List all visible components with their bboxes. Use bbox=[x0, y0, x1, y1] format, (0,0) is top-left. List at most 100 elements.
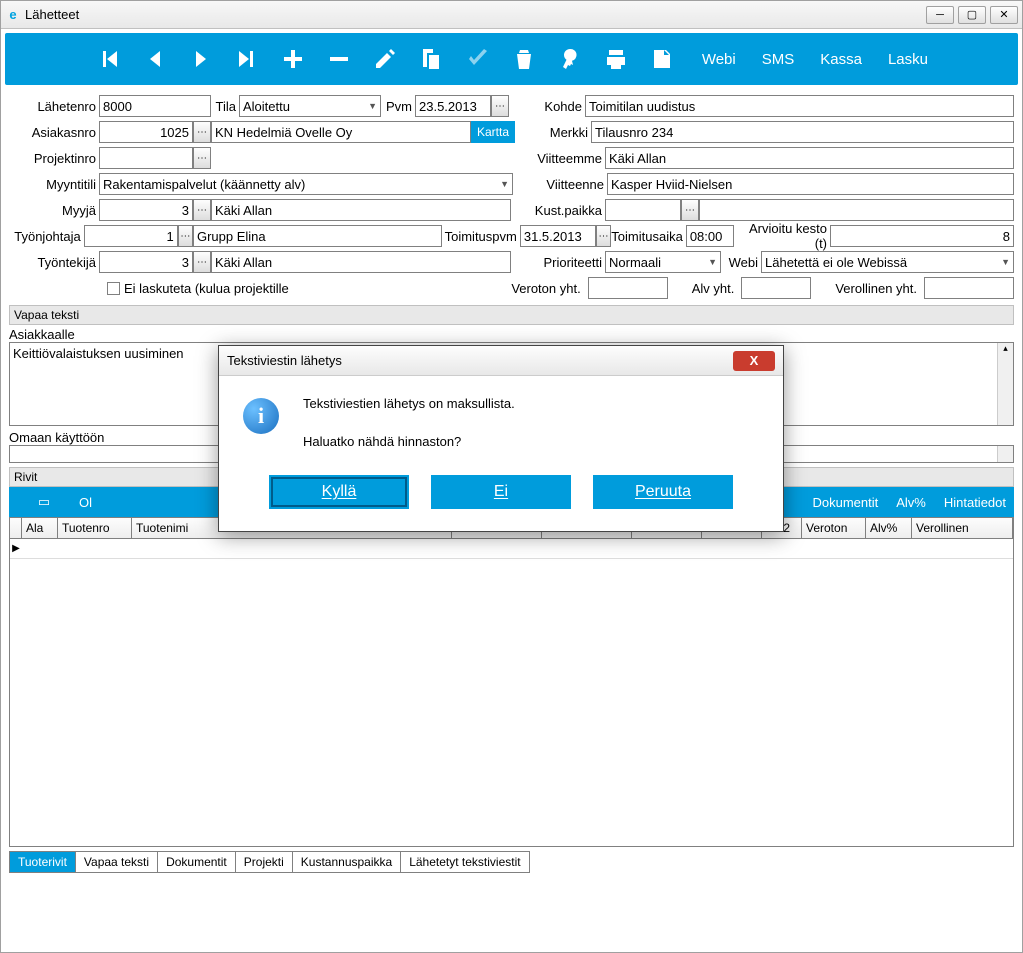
rivit-alv[interactable]: Alv% bbox=[896, 495, 926, 510]
bottom-tabs: Tuoterivit Vapaa teksti Dokumentit Proje… bbox=[9, 851, 1014, 873]
input-merkki[interactable] bbox=[591, 121, 1014, 143]
input-asiakas-nimi[interactable] bbox=[211, 121, 471, 143]
rivit-ol[interactable]: Ol bbox=[79, 495, 209, 510]
input-myyja-nimi[interactable] bbox=[211, 199, 511, 221]
kust-paikka-lookup[interactable]: ⋯ bbox=[681, 199, 699, 221]
tyontekija-lookup[interactable]: ⋯ bbox=[193, 251, 211, 273]
select-webi-status[interactable]: Lähetettä ei ole Webissä bbox=[761, 251, 1014, 273]
input-kust-paikka[interactable] bbox=[605, 199, 681, 221]
input-tyonjohtaja-nro[interactable] bbox=[84, 225, 178, 247]
export-icon[interactable] bbox=[648, 43, 676, 75]
label-kohde: Kohde bbox=[509, 99, 585, 114]
tab-projekti[interactable]: Projekti bbox=[235, 851, 293, 873]
rivit-window-icon[interactable]: ▭ bbox=[9, 494, 79, 510]
app-icon: e bbox=[5, 7, 21, 23]
myyja-lookup[interactable]: ⋯ bbox=[193, 199, 211, 221]
label-alv-yht: Alv yht. bbox=[692, 281, 738, 296]
tab-vapaa-teksti[interactable]: Vapaa teksti bbox=[75, 851, 158, 873]
next-icon[interactable] bbox=[187, 43, 215, 75]
trash-icon[interactable] bbox=[510, 43, 538, 75]
label-tila: Tila bbox=[211, 99, 239, 114]
dialog-message: Tekstiviestien lähetys on maksullista. H… bbox=[303, 394, 515, 451]
input-asiakasnro[interactable] bbox=[99, 121, 193, 143]
add-icon[interactable] bbox=[279, 43, 307, 75]
label-toimituspvm: Toimituspvm bbox=[442, 229, 520, 244]
label-myyja: Myyjä bbox=[9, 203, 99, 218]
dialog-yes-button[interactable]: Kyllä bbox=[269, 475, 409, 509]
toolbar-webi[interactable]: Webi bbox=[702, 51, 736, 68]
input-myyja-nro[interactable] bbox=[99, 199, 193, 221]
scrollbar[interactable]: ▴ bbox=[997, 343, 1013, 425]
label-asiakasnro: Asiakasnro bbox=[9, 125, 99, 140]
toimituspvm-picker[interactable]: ⋯ bbox=[596, 225, 611, 247]
toolbar-kassa[interactable]: Kassa bbox=[820, 51, 862, 68]
label-prioriteetti: Prioriteetti bbox=[511, 255, 605, 270]
rivit-grid[interactable]: Ala Tuotenro Tuotenimi Ale2 Veroton Alv%… bbox=[9, 517, 1014, 847]
input-tyonjohtaja-nimi[interactable] bbox=[193, 225, 442, 247]
grid-row[interactable]: ▶ bbox=[10, 539, 1013, 559]
input-pvm[interactable] bbox=[415, 95, 491, 117]
titlebar: e Lähetteet ─ ▢ ✕ bbox=[1, 1, 1022, 29]
scrollbar[interactable] bbox=[997, 446, 1013, 462]
tab-tekstiviestit[interactable]: Lähetetyt tekstiviestit bbox=[400, 851, 529, 873]
input-projektinro[interactable] bbox=[99, 147, 193, 169]
pvm-picker[interactable]: ⋯ bbox=[491, 95, 509, 117]
sms-dialog: Tekstiviestin lähetys X i Tekstiviestien… bbox=[218, 345, 784, 532]
check-icon[interactable] bbox=[464, 43, 492, 75]
grid-col-marker bbox=[10, 518, 22, 538]
input-arvioitu-kesto[interactable] bbox=[830, 225, 1014, 247]
grid-col-veroton[interactable]: Veroton bbox=[802, 518, 866, 538]
input-kohde[interactable] bbox=[585, 95, 1014, 117]
toolbar-lasku[interactable]: Lasku bbox=[888, 51, 928, 68]
tab-tuoterivit[interactable]: Tuoterivit bbox=[9, 851, 76, 873]
label-tyontekija: Työntekijä bbox=[9, 255, 99, 270]
dialog-cancel-button[interactable]: Peruuta bbox=[593, 475, 733, 509]
kartta-button[interactable]: Kartta bbox=[471, 121, 515, 143]
input-tyontekija-nimi[interactable] bbox=[211, 251, 511, 273]
input-toimituspvm[interactable] bbox=[520, 225, 596, 247]
select-myyntitili[interactable]: Rakentamispalvelut (käännetty alv) bbox=[99, 173, 513, 195]
remove-icon[interactable] bbox=[325, 43, 353, 75]
minimize-button[interactable]: ─ bbox=[926, 6, 954, 24]
input-viitteenne[interactable] bbox=[607, 173, 1014, 195]
rivit-hintatiedot[interactable]: Hintatiedot bbox=[944, 495, 1006, 510]
label-toimitusaika: Toimitusaika bbox=[611, 229, 686, 244]
input-toimitusaika[interactable] bbox=[686, 225, 734, 247]
asiakasnro-lookup[interactable]: ⋯ bbox=[193, 121, 211, 143]
last-icon[interactable] bbox=[233, 43, 261, 75]
label-veroton-yht: Veroton yht. bbox=[511, 281, 583, 296]
tab-kustannuspaikka[interactable]: Kustannuspaikka bbox=[292, 851, 401, 873]
input-viitteemme[interactable] bbox=[605, 147, 1014, 169]
grid-col-tuotenro[interactable]: Tuotenro bbox=[58, 518, 132, 538]
close-button[interactable]: ✕ bbox=[990, 6, 1018, 24]
input-kust-paikka-name[interactable] bbox=[699, 199, 1014, 221]
select-prioriteetti[interactable]: Normaali bbox=[605, 251, 721, 273]
dialog-no-button[interactable]: Ei bbox=[431, 475, 571, 509]
edit-icon[interactable] bbox=[371, 43, 399, 75]
print-icon[interactable] bbox=[602, 43, 630, 75]
copy-icon[interactable] bbox=[417, 43, 445, 75]
label-tyonjohtaja: Työnjohtaja bbox=[9, 229, 84, 244]
projektinro-lookup[interactable]: ⋯ bbox=[193, 147, 211, 169]
first-icon[interactable] bbox=[95, 43, 123, 75]
main-toolbar: Webi SMS Kassa Lasku bbox=[5, 33, 1018, 85]
grid-col-alv[interactable]: Alv% bbox=[866, 518, 912, 538]
label-verollinen-yht: Verollinen yht. bbox=[835, 281, 920, 296]
rivit-dokumentit[interactable]: Dokumentit bbox=[812, 495, 878, 510]
select-tila[interactable]: Aloitettu bbox=[239, 95, 381, 117]
checkbox-ei-laskuteta[interactable] bbox=[107, 282, 120, 295]
dialog-close-button[interactable]: X bbox=[733, 351, 775, 371]
label-myyntitili: Myyntitili bbox=[9, 177, 99, 192]
key-icon[interactable] bbox=[556, 43, 584, 75]
tab-dokumentit[interactable]: Dokumentit bbox=[157, 851, 236, 873]
input-alv-yht bbox=[741, 277, 811, 299]
grid-col-verollinen[interactable]: Verollinen bbox=[912, 518, 1013, 538]
input-lahetenro[interactable] bbox=[99, 95, 211, 117]
toolbar-sms[interactable]: SMS bbox=[762, 51, 795, 68]
grid-col-ala[interactable]: Ala bbox=[22, 518, 58, 538]
input-tyontekija-nro[interactable] bbox=[99, 251, 193, 273]
tyonjohtaja-lookup[interactable]: ⋯ bbox=[178, 225, 193, 247]
dialog-title: Tekstiviestin lähetys bbox=[227, 353, 342, 368]
prev-icon[interactable] bbox=[141, 43, 169, 75]
maximize-button[interactable]: ▢ bbox=[958, 6, 986, 24]
